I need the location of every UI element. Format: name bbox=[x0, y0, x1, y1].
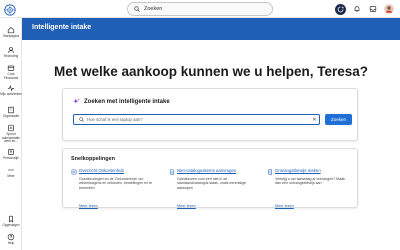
shortcuts-card: Snelkoppelingen Overzicht Onkostenhub Go… bbox=[62, 148, 358, 208]
nav-label: Meer bbox=[7, 174, 15, 178]
nav-label: Recruiting bbox=[3, 54, 19, 58]
read-more-link[interactable]: Meer lezen bbox=[79, 204, 98, 208]
inbox-button[interactable] bbox=[367, 4, 378, 15]
shortcut-header: Ontvangstbewijs maken bbox=[267, 168, 351, 175]
intake-heading: Zoeken met intelligente intake bbox=[73, 98, 170, 105]
top-bar-actions bbox=[335, 2, 394, 16]
nav-item-spend[interactable]: Spend administratie werk en... bbox=[0, 124, 22, 144]
shortcut-description: Verkrijg u uw aanvraag al ontvangen? Maa… bbox=[275, 176, 345, 186]
read-more-link[interactable]: Meer lezen bbox=[275, 204, 294, 208]
nav-label: Cora Financials bbox=[3, 72, 19, 80]
top-bar: Zoeken bbox=[0, 0, 400, 18]
nav-label: Mijn activiteiten bbox=[0, 92, 22, 96]
shortcut-title-link[interactable]: Overzicht Onkostenhub bbox=[79, 168, 124, 173]
person-icon bbox=[8, 149, 14, 155]
nav-label: Startpagina bbox=[2, 34, 20, 38]
global-search-input[interactable]: Zoeken bbox=[127, 2, 273, 16]
app-root: Zoeken Startpagina Recruiting Cora Finan… bbox=[0, 0, 400, 250]
company-logo-icon[interactable] bbox=[4, 3, 16, 16]
intake-search-button[interactable]: Zoeken bbox=[325, 114, 352, 125]
shortcut-description: Goedkeuringen en de 'Onkostenhub' om win… bbox=[79, 176, 153, 190]
shortcut-non-catalog: Niet-catalogusitems aanvragen Goedkeuren… bbox=[169, 168, 253, 208]
help-icon bbox=[7, 233, 15, 241]
shortcut-receipt: Ontvangstbewijs maken Verkrijg u uw aanv… bbox=[267, 168, 351, 208]
page-header: Intelligente intake bbox=[22, 18, 400, 40]
nav-item-saved[interactable]: Opgeslagen bbox=[0, 215, 22, 228]
nav-item-home[interactable]: Startpagina bbox=[0, 26, 22, 39]
shortcut-header: Niet-catalogusitems aanvragen bbox=[169, 168, 253, 175]
finance-icon bbox=[7, 65, 15, 71]
nav-item-organization[interactable]: Organisatie bbox=[0, 106, 22, 119]
shortcuts-title: Snelkoppelingen bbox=[71, 156, 116, 162]
receipt-icon bbox=[268, 168, 272, 175]
shortcut-expense-hub: Overzicht Onkostenhub Goedkeuringen en d… bbox=[71, 168, 155, 208]
clear-icon[interactable]: ✕ bbox=[310, 115, 319, 124]
nav-item-personal[interactable]: Personalije bbox=[0, 148, 22, 161]
home-icon bbox=[7, 26, 15, 34]
bookmark-icon bbox=[9, 215, 13, 223]
activity-icon bbox=[7, 84, 15, 92]
global-search-label: Zoeken bbox=[144, 6, 163, 12]
nav-label: Organisatie bbox=[2, 114, 20, 118]
nav-item-financials[interactable]: Cora Financials bbox=[0, 64, 22, 80]
nav-item-more[interactable]: Meer bbox=[0, 166, 22, 179]
organization-icon bbox=[8, 106, 14, 114]
sparkle-icon bbox=[73, 98, 80, 104]
more-icon bbox=[8, 169, 14, 171]
notifications-button[interactable] bbox=[351, 4, 362, 15]
nav-item-help[interactable]: Help bbox=[0, 233, 22, 246]
search-icon bbox=[79, 117, 84, 122]
expense-hub-icon bbox=[71, 169, 77, 174]
assistant-icon bbox=[337, 6, 344, 12]
bell-icon bbox=[354, 6, 359, 12]
intake-search-card: Zoeken met intelligente intake Hoe schaf… bbox=[62, 88, 358, 141]
nav-label: Personalije bbox=[3, 156, 19, 160]
intake-search-input[interactable]: Hoe schaf ik een laptop aan? ✕ bbox=[73, 114, 320, 125]
left-navigation: Startpagina Recruiting Cora Financials M… bbox=[0, 18, 22, 250]
avatar bbox=[383, 4, 394, 14]
user-avatar[interactable] bbox=[383, 4, 394, 15]
shortcut-header: Overzicht Onkostenhub bbox=[71, 168, 155, 175]
document-icon bbox=[170, 168, 174, 175]
recruiting-icon bbox=[8, 47, 14, 53]
spend-icon bbox=[8, 124, 14, 132]
intake-search-placeholder: Hoe schaf ik een laptop aan? bbox=[87, 117, 143, 122]
inbox-icon bbox=[369, 6, 376, 12]
shortcut-description: Goedkeuren voor een niet in de standaard… bbox=[177, 176, 247, 190]
main-content: Met welke aankoop kunnen we u helpen, Te… bbox=[22, 41, 400, 250]
hero-heading: Met welke aankoop kunnen we u helpen, Te… bbox=[53, 64, 369, 79]
search-icon bbox=[134, 6, 140, 12]
nav-label: Help bbox=[7, 241, 15, 245]
nav-label: Spend administratie werk en... bbox=[1, 132, 21, 144]
assistant-button[interactable] bbox=[335, 3, 346, 15]
shortcut-title-link[interactable]: Ontvangstbewijs maken bbox=[275, 168, 321, 173]
nav-item-activities[interactable]: Mijn activiteiten bbox=[0, 84, 22, 97]
page-title: Intelligente intake bbox=[32, 24, 92, 31]
intake-title: Zoeken met intelligente intake bbox=[84, 98, 170, 105]
shortcut-title-link[interactable]: Niet-catalogusitems aanvragen bbox=[177, 168, 236, 173]
nav-label: Opgeslagen bbox=[2, 223, 20, 227]
read-more-link[interactable]: Meer lezen bbox=[177, 204, 196, 208]
nav-item-recruiting[interactable]: Recruiting bbox=[0, 46, 22, 59]
